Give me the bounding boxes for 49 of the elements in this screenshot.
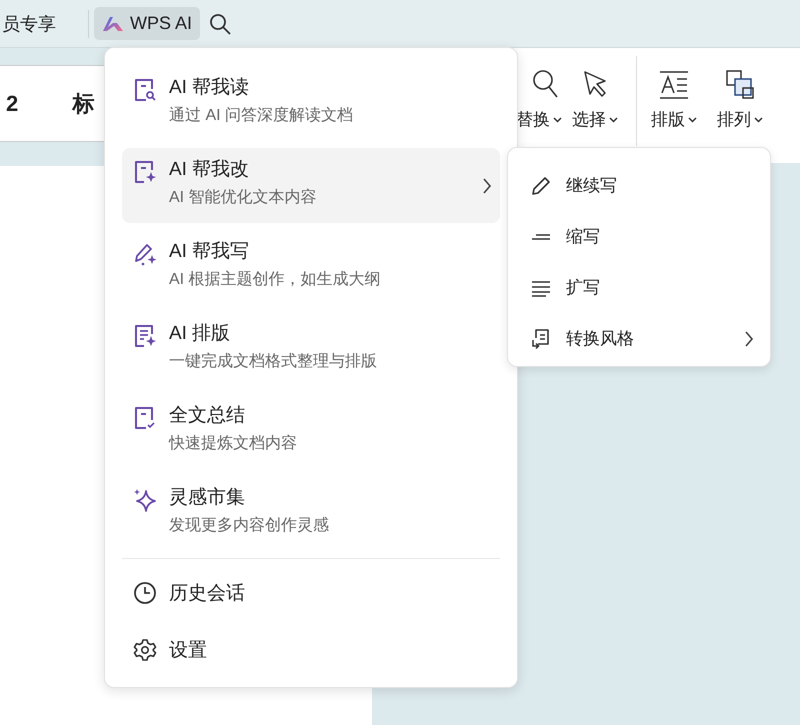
document-arrow-icon [530,328,552,350]
document-icon [132,77,158,103]
document-icon [132,323,158,349]
settings-icon [132,637,158,663]
menu-item-title: 灵感市集 [169,486,246,510]
search-icon[interactable] [208,12,232,36]
ribbon-text[interactable]: 标 [72,88,94,118]
caret-icon [609,116,618,122]
ribbon-button[interactable]: 排版 [651,108,697,131]
pen-sparkle-icon [132,241,158,267]
menu-item[interactable]: 全文总结 快速提炼文档内容 [122,394,500,469]
wps-ai-button[interactable]: WPS AI [94,7,200,40]
caret-icon [688,116,697,122]
menu-item[interactable]: 继续写 [530,160,754,211]
ribbon-button[interactable]: 选择 [572,108,618,131]
ribbon-button[interactable]: 替换 [516,108,562,131]
menu-item[interactable]: AI 帮我改 AI 智能优化文本内容 [122,148,500,223]
menu-item-title: 全文总结 [169,404,246,428]
clock-icon [132,580,158,606]
caret-icon [754,116,763,122]
short-lines-icon [532,234,550,240]
menu-item-title: AI 帮我写 [169,240,250,264]
menu-item-description: 一键完成文档格式整理与排版 [169,352,378,372]
menu-item-title: AI 帮我读 [169,76,250,100]
ribbon-button[interactable]: 排列 [717,108,763,131]
pencil-icon [530,174,552,196]
menu-item[interactable]: 缩写 [530,211,754,262]
member-label[interactable]: 员专享 [2,12,56,36]
menu-item-description: 通过 AI 问答深度解读文档 [169,106,354,126]
menu-item[interactable]: AI 帮我写 AI 根据主题创作，如生成大纲 [122,230,500,305]
menu-item[interactable]: 扩写 [530,262,754,313]
menu-item[interactable]: AI 排版 一键完成文档格式整理与排版 [122,312,500,387]
arrange-icon[interactable] [724,68,756,102]
ribbon-text[interactable]: 2 [6,90,18,116]
menu-item[interactable]: 设置 [122,626,500,674]
caret-icon [553,116,562,122]
document-icon [132,159,158,185]
menu-item[interactable]: 灵感市集 发现更多内容创作灵感 [122,476,500,551]
menu-item-description: AI 根据主题创作，如生成大纲 [169,270,382,290]
menu-item-description: AI 智能优化文本内容 [169,188,318,208]
menu-item-title: AI 帮我改 [169,158,250,182]
sparkle-icon [132,487,158,513]
menu-item[interactable]: 转换风格 [530,313,754,364]
menu-item[interactable]: AI 帮我读 通过 AI 问答深度解读文档 [122,66,500,141]
menu-item[interactable]: 历史会话 [122,569,500,617]
menu-item-description: 发现更多内容创作灵感 [169,516,330,536]
logo-icon [102,14,124,32]
menu-item-description: 快速提炼文档内容 [169,434,298,454]
menu-item-title: AI 排版 [169,322,232,346]
